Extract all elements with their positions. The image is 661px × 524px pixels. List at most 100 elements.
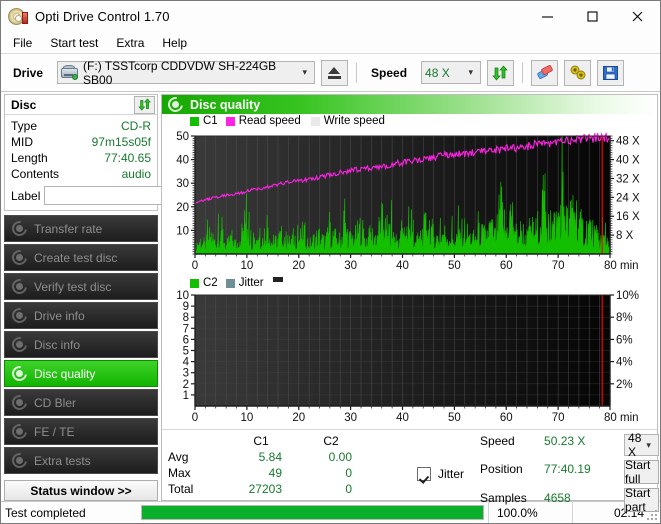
svg-text:2: 2 (183, 379, 189, 391)
jitter-checkbox[interactable] (417, 467, 431, 481)
sidebar-item-disc-info[interactable]: Disc info (4, 331, 158, 358)
app-disc-icon (8, 7, 28, 27)
test-nav-list: Transfer rate Create test disc Verify te… (4, 215, 158, 474)
speed-select-value: 48 X (425, 65, 450, 80)
sidebar: Disc Type CD-R MID 97m15s05f Length 77:4… (1, 92, 215, 501)
legend-label-write-speed: Write speed (323, 115, 385, 127)
menu-item-extra[interactable]: Extra (107, 34, 153, 52)
sidebar-item-cd-bler[interactable]: CD Bler (4, 389, 158, 416)
svg-text:50: 50 (448, 412, 461, 424)
legend-label-c2: C2 (203, 277, 218, 289)
eject-button[interactable] (321, 59, 349, 86)
chevron-down-icon: ▾ (646, 439, 651, 450)
disc-panel-title: Disc (11, 97, 37, 112)
sidebar-item-label: Verify test disc (34, 279, 112, 294)
chart1-canvas: 10 20 30 40 50 8 X 16 X 24 X 32 X 40 X 48 X 0 10 20 30… (176, 131, 640, 272)
sidebar-item-label: Transfer rate (34, 221, 103, 236)
svg-text:8 X: 8 X (616, 230, 634, 242)
menu-bar: File Start test Extra Help (1, 32, 660, 54)
jitter-label: Jitter (438, 467, 465, 481)
refresh-button[interactable] (487, 59, 515, 86)
disc-mid-label: MID (11, 135, 33, 149)
stats-header-c2: C2 (323, 434, 339, 448)
svg-text:6: 6 (183, 334, 189, 346)
start-full-button[interactable]: Start full (624, 458, 659, 486)
chevron-down-icon: ▾ (468, 67, 474, 77)
legend-swatch-jitter (225, 278, 235, 288)
sidebar-item-verify-test-disc[interactable]: Verify test disc (4, 273, 158, 300)
svg-text:10: 10 (176, 225, 189, 237)
chart2-legend: C2 Jitter (190, 276, 283, 289)
disc-row-mid: MID 97m15s05f (11, 134, 151, 150)
menu-item-start-test[interactable]: Start test (41, 34, 107, 52)
disc-type-label: Type (11, 119, 38, 133)
svg-text:9: 9 (183, 301, 189, 313)
svg-text:2%: 2% (616, 379, 633, 391)
close-icon[interactable] (615, 1, 660, 32)
svg-text:20: 20 (292, 260, 305, 272)
sidebar-item-fe-te[interactable]: FE / TE (4, 418, 158, 445)
svg-text:30: 30 (344, 412, 357, 424)
save-button[interactable] (597, 59, 625, 86)
svg-text:10: 10 (240, 412, 253, 424)
test-speed-select[interactable]: 48 X ▾ (624, 431, 659, 459)
resize-grip[interactable] (647, 510, 657, 520)
window-controls (525, 1, 660, 32)
window-title: Opti Drive Control 1.70 (35, 9, 170, 24)
svg-text:60: 60 (500, 260, 513, 272)
chart-c2-jitter[interactable]: C2 Jitter 1 2 3 4 5 6 7 8 9 10 2% 4% 6% 8% 10% 0 10 20 30 4… (162, 276, 657, 429)
legend-swatch-write-speed (310, 116, 320, 126)
stats-grid: C1 C2 Avg 5.84 0.00 Max 49 0 Total 27203… (168, 434, 417, 496)
position-readout-value: 77:40.19 (544, 462, 591, 477)
disc-type-value: CD-R (121, 119, 151, 133)
chart-c1-readspeed[interactable]: C1 Read speed Write speed 10 20 30 40 50 8 X1… (162, 114, 657, 277)
content-area: Disc quality C1 Read speed Write speed 1… (161, 92, 660, 514)
status-window-button[interactable]: Status window >> (4, 480, 158, 501)
svg-text:24 X: 24 X (616, 192, 640, 204)
disc-contents-value: audio (121, 167, 151, 181)
sidebar-item-label: Disc quality (34, 366, 96, 381)
legend-swatch-c2 (190, 278, 199, 288)
floppy-save-icon (603, 65, 619, 80)
toolbar-divider-2 (522, 62, 524, 83)
tools-button[interactable] (564, 59, 592, 86)
statistics-panel: C1 C2 Avg 5.84 0.00 Max 49 0 Total 27203… (162, 429, 659, 514)
sidebar-item-disc-quality[interactable]: Disc quality (4, 360, 158, 387)
disc-length-label: Length (11, 151, 48, 165)
speed-label: Speed (371, 65, 408, 80)
speed-select[interactable]: 48 X ▾ (421, 61, 482, 84)
test-actions: 48 X ▾ Start full Start part (624, 431, 661, 514)
erase-button[interactable] (531, 59, 559, 86)
legend-swatch-read-speed (225, 116, 235, 126)
svg-text:40 X: 40 X (616, 155, 640, 167)
menu-item-help[interactable]: Help (153, 34, 196, 52)
disc-test-icon (9, 421, 30, 442)
svg-text:6%: 6% (616, 334, 633, 346)
jitter-checkbox-row[interactable]: Jitter (417, 434, 464, 512)
speed-readout-value: 50.23 X (544, 434, 586, 448)
disc-refresh-button[interactable] (134, 95, 155, 114)
stats-corner (168, 434, 226, 448)
sidebar-item-transfer-rate[interactable]: Transfer rate (4, 215, 158, 242)
sidebar-item-extra-tests[interactable]: Extra tests (4, 447, 158, 474)
disc-test-icon (9, 450, 30, 471)
disc-properties: Type CD-R MID 97m15s05f Length 77:40.65 … (5, 115, 215, 210)
sidebar-item-create-test-disc[interactable]: Create test disc (4, 244, 158, 271)
stats-row-label-total: Total (168, 482, 194, 496)
svg-text:0: 0 (192, 412, 198, 424)
drive-select[interactable]: (F:) TSSTcorp CDDVDW SH-224GB SB00 ▾ (57, 58, 316, 87)
svg-text:10: 10 (240, 260, 253, 272)
disc-contents-label: Contents (11, 167, 60, 181)
speed-readout-label: Speed (480, 434, 515, 448)
menu-item-file[interactable]: File (10, 34, 41, 52)
sidebar-item-label: Extra tests (34, 453, 91, 468)
drive-select-value: (F:) TSSTcorp CDDVDW SH-224GB SB00 (83, 58, 277, 87)
maximize-icon[interactable] (570, 1, 615, 32)
sidebar-item-drive-info[interactable]: Drive info (4, 302, 158, 329)
svg-text:70: 70 (552, 412, 565, 424)
start-part-button[interactable]: Start part (624, 486, 659, 514)
svg-text:48 X: 48 X (616, 136, 640, 148)
minimize-icon[interactable] (525, 1, 570, 32)
refresh-icon (137, 98, 151, 111)
disc-row-contents: Contents audio (11, 166, 151, 182)
